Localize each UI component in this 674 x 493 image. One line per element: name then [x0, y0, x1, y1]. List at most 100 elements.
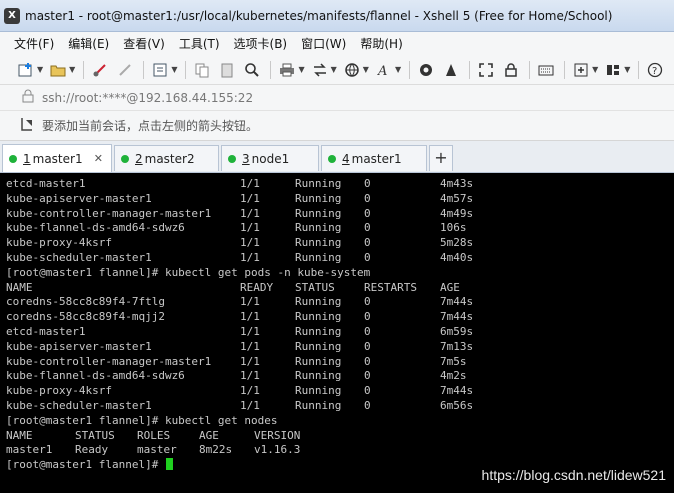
- terminal-cursor: [165, 458, 173, 471]
- font-dropdown-icon[interactable]: ▼: [395, 65, 401, 74]
- terminal-cell: Running: [295, 177, 342, 190]
- print-icon[interactable]: [277, 60, 297, 80]
- new-tab-button[interactable]: +: [429, 145, 453, 171]
- pods-header-row: NAME READY STATUS RESTARTS AGE: [6, 281, 674, 296]
- new-session-icon[interactable]: [16, 60, 36, 80]
- reconnect-icon[interactable]: [115, 60, 135, 80]
- terminal-cell: kube-proxy-4ksrf: [6, 384, 112, 398]
- pod-row: kube-proxy-4ksrf 1/1 Running 0 5m28s: [6, 236, 674, 251]
- tab-number: 4: [342, 151, 350, 166]
- menu-window[interactable]: 窗口(W): [301, 35, 346, 52]
- pod-row: kube-controller-manager-master1 1/1 Runnin…: [6, 355, 674, 370]
- address-bar: ssh://root:****@192.168.44.155:22: [0, 85, 674, 111]
- toolbar-separator: [409, 60, 411, 79]
- add-pane-dropdown-icon[interactable]: ▼: [592, 65, 598, 74]
- layout-dropdown-icon[interactable]: ▼: [624, 65, 630, 74]
- pod-row: etcd-master1 1/1 Running 0 4m43s: [6, 177, 674, 192]
- terminal-cell: 4m40s: [440, 250, 474, 264]
- tab-master1[interactable]: 1 master1 ✕: [2, 144, 112, 172]
- svg-text:A: A: [377, 64, 387, 78]
- keyboard-icon[interactable]: [536, 60, 556, 80]
- tab-master2[interactable]: 2 master2: [114, 145, 219, 171]
- session-hint-bar: 要添加当前会话，点击左侧的箭头按钮。: [0, 111, 674, 141]
- xmanager-icon[interactable]: [441, 60, 461, 80]
- terminal-cell: 0: [364, 177, 371, 190]
- properties-icon[interactable]: [150, 60, 170, 80]
- toolbar-separator: [143, 60, 145, 79]
- toolbar-separator: [469, 60, 471, 79]
- terminal-cell: 1/1: [240, 354, 260, 368]
- watermark: https://blog.csdn.net/lidew521: [481, 467, 666, 483]
- font-icon[interactable]: A: [374, 60, 394, 80]
- terminal-cell: 1/1: [240, 206, 260, 220]
- tab-master1-second[interactable]: 4 master1: [321, 145, 427, 171]
- terminal-cell: coredns-58cc8c89f4-mqjj2: [6, 310, 165, 324]
- terminal-cell: 1/1: [240, 384, 260, 398]
- globe-dropdown-icon[interactable]: ▼: [363, 65, 369, 74]
- properties-dropdown-icon[interactable]: ▼: [171, 65, 177, 74]
- session-address[interactable]: ssh://root:****@192.168.44.155:22: [42, 91, 253, 105]
- tab-label: master1: [32, 151, 83, 166]
- terminal-cell: Running: [295, 310, 342, 324]
- toolbar-separator: [185, 60, 187, 79]
- add-pane-icon[interactable]: [571, 60, 591, 80]
- shell-prompt: [root@master1 flannel]#: [6, 458, 159, 472]
- terminal-cell: Running: [295, 354, 342, 368]
- terminal-cell: kube-flannel-ds-amd64-sdwz6: [6, 369, 185, 383]
- disconnect-icon[interactable]: [90, 60, 110, 80]
- terminal-cell: NAME: [6, 280, 33, 294]
- layout-icon[interactable]: [603, 60, 623, 80]
- menu-tools[interactable]: 工具(T): [179, 35, 220, 52]
- menu-view[interactable]: 查看(V): [123, 35, 165, 52]
- terminal-cell: VERSION: [254, 428, 301, 442]
- toolbar-separator: [270, 60, 272, 79]
- terminal-cell: kube-controller-manager-master1: [6, 354, 212, 368]
- terminal-output[interactable]: etcd-master1 1/1 Running 0 4m43s kube-apiser…: [0, 173, 674, 493]
- transfer-icon[interactable]: [310, 60, 330, 80]
- terminal-cell: Ready: [75, 443, 109, 457]
- transfer-dropdown-icon[interactable]: ▼: [331, 65, 337, 74]
- xftp-icon[interactable]: [416, 60, 436, 80]
- terminal-cell: Running: [295, 398, 342, 412]
- globe-icon[interactable]: [342, 60, 362, 80]
- new-session-dropdown-icon[interactable]: ▼: [37, 65, 43, 74]
- menu-tabs[interactable]: 选项卡(B): [234, 35, 288, 52]
- terminal-cell: 0: [364, 354, 371, 368]
- open-folder-icon[interactable]: [48, 60, 68, 80]
- copy-icon[interactable]: [192, 60, 212, 80]
- help-icon[interactable]: ?: [645, 60, 665, 80]
- pod-row: kube-apiserver-master1 1/1 Running 0 7m13s: [6, 340, 674, 355]
- fullscreen-icon[interactable]: [476, 60, 496, 80]
- terminal-cell: READY: [240, 280, 274, 294]
- close-tab-icon[interactable]: ✕: [94, 152, 103, 165]
- menu-help[interactable]: 帮助(H): [360, 35, 402, 52]
- tab-label: node1: [251, 151, 290, 166]
- terminal-cell: 6m56s: [440, 398, 474, 412]
- menu-file[interactable]: 文件(F): [14, 35, 54, 52]
- terminal-cell: 0: [364, 369, 371, 383]
- pod-row: kube-controller-manager-master1 1/1 Runnin…: [6, 207, 674, 222]
- terminal-cell: AGE: [199, 428, 219, 442]
- terminal-cell: 7m44s: [440, 310, 474, 324]
- tab-node1[interactable]: 3 node1: [221, 145, 319, 171]
- title-bar: X master1 - root@master1:/usr/local/kube…: [0, 0, 674, 32]
- terminal-cell: 1/1: [240, 221, 260, 235]
- terminal-cell: 4m43s: [440, 177, 474, 190]
- paste-icon[interactable]: [217, 60, 237, 80]
- terminal-cell: 1/1: [240, 250, 260, 264]
- node-row: master1 Ready master 8m22s v1.16.3: [6, 443, 674, 458]
- add-session-arrow-icon[interactable]: [20, 116, 34, 135]
- terminal-cell: 0: [364, 339, 371, 353]
- open-folder-dropdown-icon[interactable]: ▼: [69, 65, 75, 74]
- find-icon[interactable]: [242, 60, 262, 80]
- print-dropdown-icon[interactable]: ▼: [298, 65, 304, 74]
- terminal-cell: 1/1: [240, 398, 260, 412]
- terminal-cell: 1/1: [240, 236, 260, 250]
- lock-icon[interactable]: [501, 60, 521, 80]
- terminal-cell: 8m22s: [199, 443, 233, 457]
- menu-edit[interactable]: 编辑(E): [68, 35, 109, 52]
- toolbar-separator: [529, 60, 531, 79]
- terminal-cell: 0: [364, 250, 371, 264]
- tab-label: master2: [144, 151, 195, 166]
- terminal-cell: Running: [295, 206, 342, 220]
